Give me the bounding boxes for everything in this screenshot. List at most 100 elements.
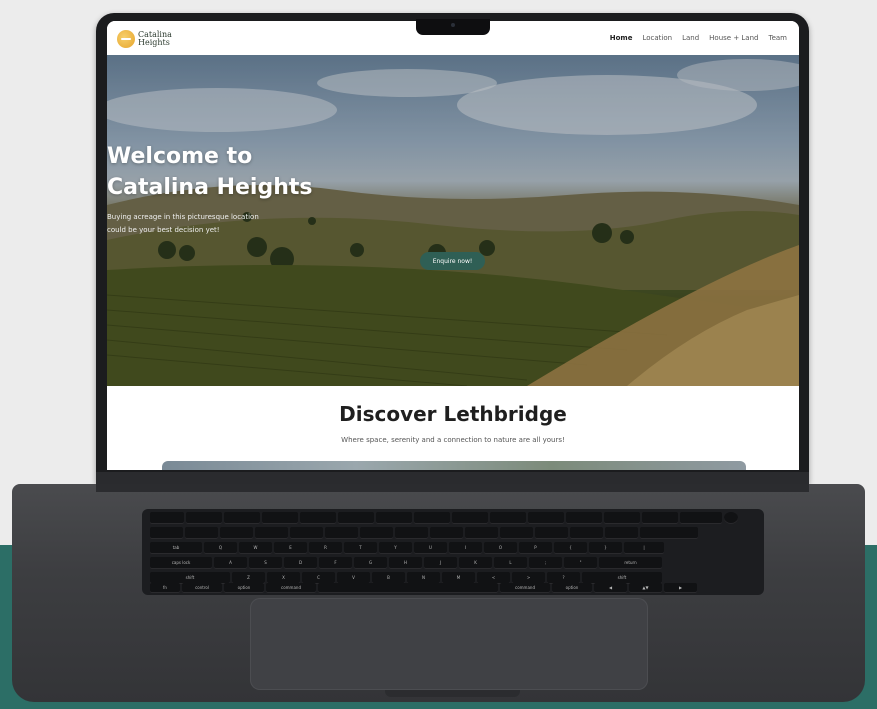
key-return[interactable]: return [599,557,662,569]
key-semicolon[interactable]: ; [529,557,562,569]
key-k[interactable]: K [459,557,492,569]
key[interactable] [300,512,336,524]
key[interactable] [255,527,288,539]
key[interactable] [500,527,533,539]
key[interactable] [570,527,603,539]
logo-line-2: Heights [138,38,170,47]
keyboard-tab-row: tab Q W E R T Y U I O P { } | [150,542,664,554]
key-tab[interactable]: tab [150,542,202,554]
key[interactable] [290,527,323,539]
key[interactable] [360,527,393,539]
key-space[interactable] [318,583,498,593]
key[interactable] [605,527,638,539]
sun-logo-icon [117,30,135,48]
key-f[interactable]: F [319,557,352,569]
nav-home[interactable]: Home [610,34,633,42]
lid-open-notch [385,690,520,697]
key-quote[interactable]: " [564,557,597,569]
keyboard-number-row [150,527,698,539]
key[interactable] [430,527,463,539]
key[interactable] [452,512,488,524]
key[interactable] [338,512,374,524]
key-h[interactable]: H [389,557,422,569]
key-y[interactable]: Y [379,542,412,554]
keyboard-function-row [150,512,738,524]
key-w[interactable]: W [239,542,272,554]
key-brace-left[interactable]: { [554,542,587,554]
key-j[interactable]: J [424,557,457,569]
keyboard-bottom-row: fn control option command command option… [150,583,697,594]
key[interactable] [262,512,298,524]
nav-land[interactable]: Land [682,34,699,42]
discover-title: Discover Lethbridge [339,402,567,426]
logo-wordmark: Catalina Heights [138,31,172,47]
key-o[interactable]: O [484,542,517,554]
key[interactable] [604,512,640,524]
site-logo[interactable]: Catalina Heights [117,30,172,48]
key-caps-lock[interactable]: caps lock [150,557,212,569]
trackpad[interactable] [250,598,648,690]
key[interactable] [680,512,722,524]
key-command-right[interactable]: command [500,583,550,593]
key-d[interactable]: D [284,557,317,569]
screen-chin [96,472,809,484]
hero-subtitle: Buying acreage in this picturesque locat… [107,211,799,237]
key-q[interactable]: Q [204,542,237,554]
key-l[interactable]: L [494,557,527,569]
key-delete[interactable] [640,527,698,539]
hero-subtitle-line-2: could be your best decision yet! [107,226,220,234]
laptop-screen: Catalina Heights Home Location Land Hous… [107,21,799,470]
key[interactable] [186,512,222,524]
hero-subtitle-line-1: Buying acreage in this picturesque locat… [107,213,259,221]
key[interactable] [395,527,428,539]
key-control[interactable]: control [182,583,222,593]
key-a[interactable]: A [214,557,247,569]
key-i[interactable]: I [449,542,482,554]
discover-image-preview [162,461,746,470]
key[interactable] [566,512,602,524]
nav-team[interactable]: Team [768,34,787,42]
hero-section: Welcome to Catalina Heights Buying acrea… [107,55,799,386]
key-e[interactable]: E [274,542,307,554]
camera-icon [451,23,455,27]
key[interactable] [220,527,253,539]
key-pipe[interactable]: | [624,542,664,554]
key-option-left[interactable]: option [224,583,264,593]
key[interactable] [325,527,358,539]
key[interactable] [535,527,568,539]
key-s[interactable]: S [249,557,282,569]
enquire-now-button[interactable]: Enquire now! [420,252,485,270]
key-arrow-up-down[interactable]: ▲▼ [629,583,662,593]
key[interactable] [642,512,678,524]
nav-location[interactable]: Location [642,34,672,42]
hero-title: Welcome to Catalina Heights [107,141,799,203]
key[interactable] [150,512,184,524]
key[interactable] [376,512,412,524]
camera-notch [416,19,490,35]
nav-links: Home Location Land House + Land Team [610,34,787,42]
key[interactable] [414,512,450,524]
key-g[interactable]: G [354,557,387,569]
touch-id-button[interactable] [724,512,738,524]
key[interactable] [224,512,260,524]
key-p[interactable]: P [519,542,552,554]
nav-house-land[interactable]: House + Land [709,34,758,42]
key[interactable] [465,527,498,539]
laptop-keyboard: tab Q W E R T Y U I O P { } | caps lock … [142,509,764,595]
key-fn[interactable]: fn [150,583,180,593]
key[interactable] [185,527,218,539]
hero-title-line-1: Welcome to [107,144,253,169]
laptop-hinge [96,484,809,492]
key-t[interactable]: T [344,542,377,554]
key-command-left[interactable]: command [266,583,316,593]
key-arrow-right[interactable]: ▶ [664,583,697,593]
key[interactable] [150,527,183,539]
key-r[interactable]: R [309,542,342,554]
discover-subtitle: Where space, serenity and a connection t… [341,436,565,444]
key[interactable] [490,512,526,524]
key-u[interactable]: U [414,542,447,554]
key[interactable] [528,512,564,524]
key-option-right[interactable]: option [552,583,592,593]
key-brace-right[interactable]: } [589,542,622,554]
key-arrow-left[interactable]: ◀ [594,583,627,593]
